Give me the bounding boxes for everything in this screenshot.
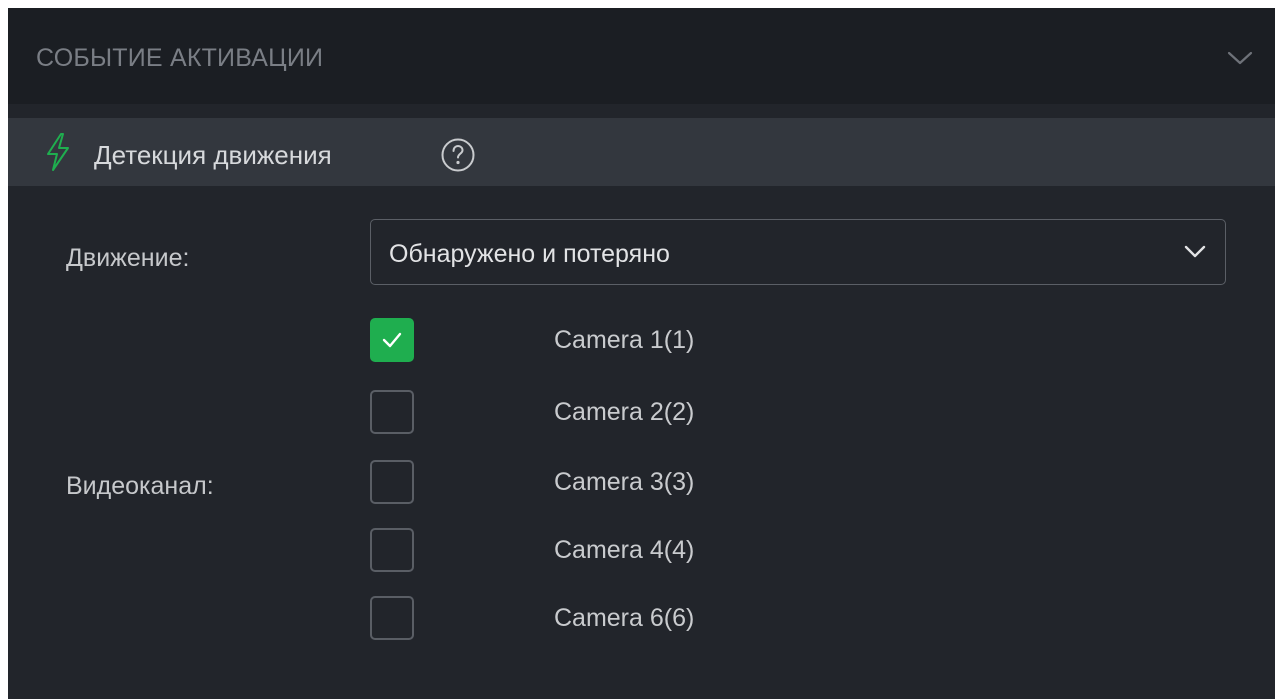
- channel-row: Camera 2(2): [368, 390, 768, 436]
- channel-label: Camera 3(3): [554, 468, 695, 496]
- channel-label: Camera 1(1): [554, 326, 695, 354]
- channel-label: Camera 4(4): [554, 536, 695, 564]
- checkmark-icon: [382, 332, 402, 348]
- question-circle-icon[interactable]: [440, 137, 476, 173]
- channel-checkbox[interactable]: [370, 390, 414, 434]
- bolt-icon: [47, 133, 69, 171]
- channel-checkbox[interactable]: [370, 596, 414, 640]
- motion-select[interactable]: Обнаружено и потеряно: [370, 219, 1226, 285]
- channel-row: Camera 3(3): [368, 460, 768, 506]
- motion-select-value: Обнаружено и потеряно: [389, 240, 670, 268]
- channel-label: Camera 2(2): [554, 398, 695, 426]
- motion-label: Движение:: [66, 244, 190, 272]
- channel-label: Camera 6(6): [554, 604, 695, 632]
- channel-row: Camera 1(1): [368, 318, 768, 364]
- chevron-down-icon[interactable]: [1226, 48, 1254, 68]
- activation-event-panel: СОБЫТИЕ АКТИВАЦИИ Детекция движения Движ…: [8, 8, 1275, 699]
- channel-checkbox[interactable]: [370, 528, 414, 572]
- video-channel-label: Видеоканал:: [66, 472, 214, 500]
- panel-header[interactable]: СОБЫТИЕ АКТИВАЦИИ: [8, 8, 1275, 104]
- section-title: Детекция движения: [94, 140, 332, 170]
- channel-row: Camera 6(6): [368, 596, 768, 642]
- channel-checkbox[interactable]: [370, 460, 414, 504]
- channel-checkbox[interactable]: [370, 318, 414, 362]
- panel-title: СОБЫТИЕ АКТИВАЦИИ: [36, 44, 324, 72]
- chevron-down-icon: [1184, 245, 1206, 258]
- channel-row: Camera 4(4): [368, 528, 768, 574]
